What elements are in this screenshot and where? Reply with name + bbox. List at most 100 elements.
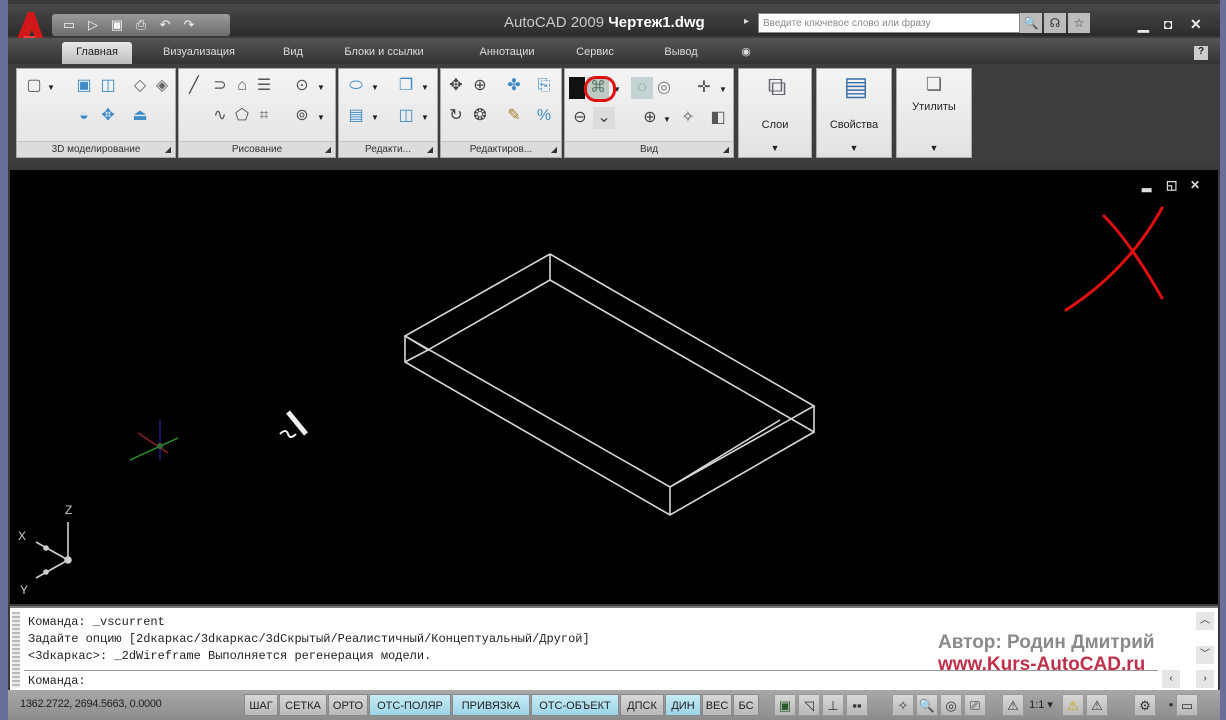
quick-view-drawings-icon[interactable]: ▪▪ xyxy=(846,694,868,716)
3d-rotate-icon[interactable]: ⊕ xyxy=(469,75,491,97)
toggle-grid[interactable]: СЕТКА xyxy=(279,694,327,716)
ellipse-icon[interactable]: ⊙ xyxy=(291,75,313,97)
chevron-down-icon[interactable]: ▼ xyxy=(421,83,429,92)
rotate-icon[interactable]: ↻ xyxy=(445,105,467,127)
command-input[interactable]: Команда: xyxy=(28,674,86,688)
fillet-edge-icon[interactable]: ⬭ xyxy=(345,75,367,97)
zoom-status-icon[interactable]: 🔍 xyxy=(916,694,938,716)
communication-center-icon[interactable]: ☊ xyxy=(1044,13,1066,33)
chevron-down-icon[interactable]: ▼ xyxy=(739,143,811,153)
coordinate-readout[interactable]: 1362.2722, 2694.5663, 0.0000 xyxy=(20,698,162,710)
chevron-down-icon[interactable]: ▼ xyxy=(817,143,891,153)
loft-icon[interactable]: ◈ xyxy=(151,75,173,97)
scale-icon[interactable]: % xyxy=(533,105,555,127)
tab-tools[interactable]: Сервис xyxy=(570,42,620,64)
quick-view-layouts-icon[interactable]: ⊥ xyxy=(822,694,844,716)
chevron-down-icon[interactable]: ▼ xyxy=(371,113,379,122)
info-center-arrow-icon[interactable]: ▸ xyxy=(744,16,749,27)
polysolid-icon[interactable]: ⌂ xyxy=(231,75,253,97)
tab-render[interactable]: Визуализация xyxy=(156,42,242,64)
clean-screen-icon[interactable]: ▭ xyxy=(1176,694,1198,716)
panel-expand-icon[interactable]: ◢ xyxy=(325,142,331,158)
box-icon[interactable]: ▢ xyxy=(23,75,45,97)
steering-wheel-icon[interactable]: ◎ xyxy=(653,77,675,99)
annotation-visibility-icon[interactable]: ⚠ xyxy=(1062,694,1084,716)
spline-icon[interactable]: ∿ xyxy=(209,105,231,127)
save-icon[interactable]: ▣ xyxy=(108,17,126,33)
chevron-down-icon[interactable]: ▼ xyxy=(719,85,727,94)
undo-icon[interactable]: ↶ xyxy=(156,17,174,33)
new-file-icon[interactable]: ▭ xyxy=(60,17,78,33)
union-icon[interactable]: ◒ xyxy=(73,105,95,127)
chevron-down-icon[interactable]: ▼ xyxy=(663,115,671,124)
panel-expand-icon[interactable]: ◢ xyxy=(427,142,433,158)
drawing-viewport[interactable]: Z X Y ▂ ◱ ✕ xyxy=(10,170,1218,604)
viewport-minimize-button[interactable]: ▂ xyxy=(1142,178,1151,192)
chevron-down-icon[interactable]: ▼ xyxy=(47,83,55,92)
view-select-dropdown[interactable]: ⌄ xyxy=(593,107,615,129)
viewport-close-button[interactable]: ✕ xyxy=(1190,178,1200,192)
circle-icon[interactable]: ⊚ xyxy=(291,105,313,127)
zoom-previous-icon[interactable]: ⊖ xyxy=(569,107,591,129)
scroll-down-icon[interactable]: ﹀ xyxy=(1196,646,1214,664)
scroll-up-icon[interactable]: ︿ xyxy=(1196,612,1214,630)
subtract-icon[interactable]: ✥ xyxy=(97,105,119,127)
line-icon[interactable]: ╱ xyxy=(183,75,205,97)
panel-expand-icon[interactable]: ◢ xyxy=(165,142,171,158)
model-space-icon[interactable]: ▣ xyxy=(774,694,796,716)
minimize-button[interactable]: ▁ xyxy=(1138,16,1149,33)
3d-mirror-icon[interactable]: ✤ xyxy=(503,75,525,97)
toggle-lineweight[interactable]: ВЕС xyxy=(702,694,732,716)
annotation-scale-icon[interactable]: ⚠ xyxy=(1002,694,1024,716)
close-button[interactable]: ✕ xyxy=(1190,16,1202,33)
tab-home[interactable]: Главная xyxy=(62,42,132,64)
open-file-icon[interactable]: ▷ xyxy=(84,17,102,33)
pan-icon[interactable]: ✛ xyxy=(693,77,715,99)
command-line-grip[interactable] xyxy=(12,612,20,688)
tab-annotate[interactable]: Аннотации xyxy=(472,42,542,64)
toggle-qp[interactable]: БС xyxy=(733,694,759,716)
search-icon[interactable]: 🔍 xyxy=(1020,13,1042,33)
separate-icon[interactable]: ◫ xyxy=(395,105,417,127)
visual-style-color-icon[interactable]: ■ xyxy=(569,77,585,99)
info-center-search-input[interactable]: Введите ключевое слово или фразу xyxy=(758,13,1020,33)
chevron-down-icon[interactable]: ▼ xyxy=(421,113,429,122)
toggle-ortho[interactable]: ОРТО xyxy=(328,694,368,716)
workspace-switching-icon[interactable]: ⚙ xyxy=(1134,694,1156,716)
sweep-icon[interactable]: ◇ xyxy=(129,75,151,97)
polygon-icon[interactable]: ⬠ xyxy=(231,105,253,127)
redo-icon[interactable]: ↷ xyxy=(180,17,198,33)
trim-icon[interactable]: ✎ xyxy=(503,105,525,127)
move-icon[interactable]: ✥ xyxy=(445,75,467,97)
viewport-restore-button[interactable]: ◱ xyxy=(1166,178,1177,192)
maximize-button[interactable]: ◘ xyxy=(1164,16,1172,32)
annotation-scale-select[interactable]: 1:1 ▾ xyxy=(1024,694,1058,716)
intersect-icon[interactable]: ⏏ xyxy=(129,105,151,127)
toggle-ducs[interactable]: ДПСК xyxy=(620,694,664,716)
showmotion-icon[interactable]: ⎚ xyxy=(964,694,986,716)
scroll-left-icon[interactable]: ‹ xyxy=(1162,670,1180,688)
toggle-osnap[interactable]: ПРИВЯЗКА xyxy=(452,694,530,716)
steering-wheel-status-icon[interactable]: ◎ xyxy=(940,694,962,716)
chevron-down-icon[interactable]: ▼ xyxy=(317,113,325,122)
pan-status-icon[interactable]: ✧ xyxy=(892,694,914,716)
3d-array-icon[interactable]: ❂ xyxy=(469,105,491,127)
favorites-icon[interactable]: ☆ xyxy=(1068,13,1090,33)
panel-expand-icon[interactable]: ◢ xyxy=(723,142,729,158)
polyline-icon[interactable]: ⊃ xyxy=(209,75,231,97)
panel-properties[interactable]: ▤ Свойства ▼ xyxy=(816,68,892,158)
chevron-down-icon[interactable]: ▼ xyxy=(317,83,325,92)
toggle-snap[interactable]: ШАГ xyxy=(244,694,278,716)
extrude-face-icon[interactable]: ❐ xyxy=(395,75,417,97)
chevron-down-icon[interactable]: ▼ xyxy=(371,83,379,92)
3d-orbit-icon[interactable]: ◌ xyxy=(631,77,653,99)
toggle-dyn[interactable]: ДИН xyxy=(665,694,701,716)
zoom-extents-icon[interactable]: ⊕ xyxy=(639,107,661,129)
scroll-right-icon[interactable]: › xyxy=(1196,670,1214,688)
ribbon-minimize-icon[interactable]: ◉ xyxy=(736,42,756,64)
print-icon[interactable]: ⎙ xyxy=(132,17,150,33)
presspull-icon[interactable]: ◫ xyxy=(97,75,119,97)
tab-output[interactable]: Вывод xyxy=(656,42,706,64)
toggle-polar[interactable]: ОТС-ПОЛЯР xyxy=(369,694,451,716)
panel-layers[interactable]: ⧉ Слои ▼ xyxy=(738,68,812,158)
